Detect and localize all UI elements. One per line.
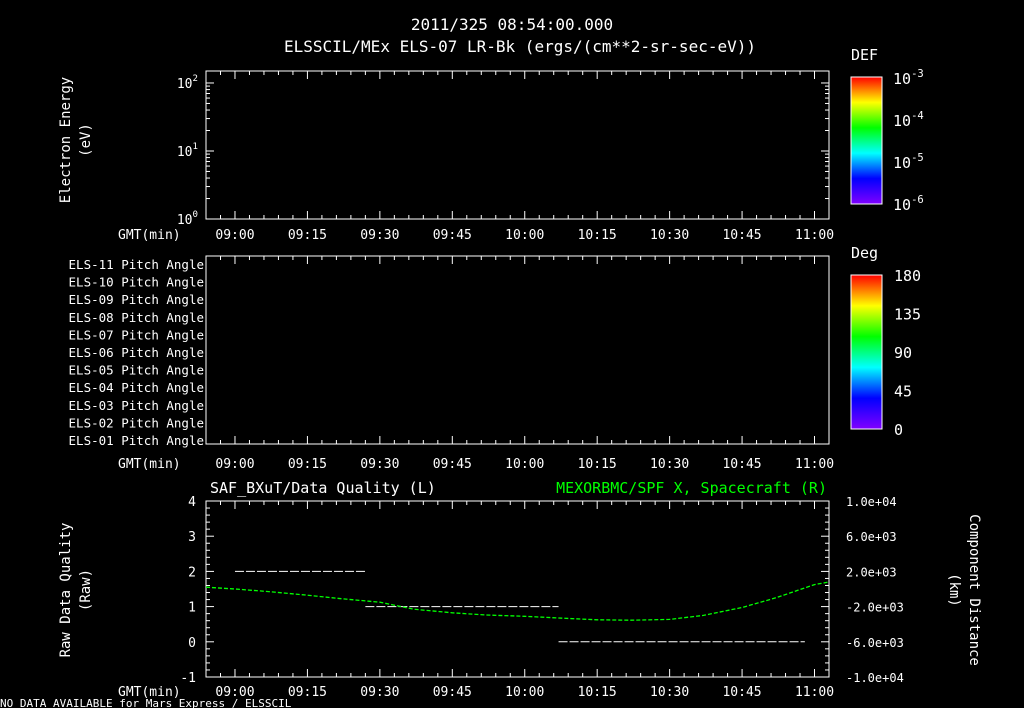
distance-tick-label: -6.0e+03 [846, 636, 904, 650]
status-message: NO DATA AVAILABLE for Mars Express / ELS… [0, 697, 292, 708]
time-tick-label: 11:00 [795, 457, 834, 472]
time-tick-label: 11:00 [795, 228, 834, 243]
pitch-angle-row-label: ELS-05 Pitch Angle [69, 363, 204, 378]
quality-ylabel: Raw Data Quality [58, 523, 74, 658]
time-tick-label: 09:15 [288, 457, 327, 472]
pitch-angle-row-label: ELS-06 Pitch Angle [69, 345, 204, 360]
quality-tick-label: -1 [180, 671, 196, 686]
pitch-angle-row-label: ELS-10 Pitch Angle [69, 275, 204, 290]
def-colorbar-tick-label: 10-6 [893, 194, 924, 214]
deg-colorbar-tick-label: 135 [894, 306, 921, 324]
quality-tick-label: 3 [188, 530, 196, 545]
def-colorbar-tick-label: 10-5 [893, 152, 924, 172]
def-colorbar-tick-label: 10-3 [893, 68, 924, 88]
plot-canvas: 2011/325 08:54:00.000 ELSSCIL/MEx ELS-07… [0, 15, 982, 708]
distance-title: MEXORBMC/SPF X, Spacecraft (R) [556, 479, 827, 497]
pitch-angle-row-label: ELS-01 Pitch Angle [69, 433, 204, 448]
time-tick-label: 10:00 [505, 457, 544, 472]
energy-ylabel: Electron Energy [58, 77, 74, 203]
time-axis-label: GMT(min) [118, 228, 181, 243]
energy-tick-label: 101 [177, 142, 198, 160]
time-tick-label: 09:15 [288, 228, 327, 243]
quality-distance-panel [205, 500, 830, 678]
pitch-angle-row-label: ELS-03 Pitch Angle [69, 398, 204, 413]
time-tick-label: 10:00 [505, 228, 544, 243]
energy-ylabel-units: (eV) [78, 123, 94, 157]
quality-title: SAF_BXuT/Data Quality (L) [210, 479, 436, 497]
time-tick-label: 09:00 [215, 457, 254, 472]
time-tick-label: 09:30 [360, 457, 399, 472]
deg-colorbar-label: Deg [851, 244, 878, 262]
quality-tick-label: 0 [188, 636, 196, 651]
time-tick-label: 09:45 [433, 685, 472, 700]
time-tick-label: 10:15 [578, 228, 617, 243]
quality-ylabel-units: (Raw) [78, 569, 94, 611]
time-tick-label: 11:00 [795, 685, 834, 700]
quality-tick-label: 4 [188, 495, 196, 510]
pitch-angle-row-label: ELS-02 Pitch Angle [69, 415, 204, 430]
time-tick-label: 09:30 [360, 685, 399, 700]
distance-tick-label: 1.0e+04 [846, 495, 897, 509]
deg-colorbar [850, 274, 883, 430]
pitch-angle-row-label: ELS-04 Pitch Angle [69, 380, 204, 395]
time-tick-label: 09:30 [360, 228, 399, 243]
time-tick-label: 10:45 [722, 685, 761, 700]
time-tick-label: 10:45 [722, 228, 761, 243]
deg-colorbar-tick-label: 180 [894, 267, 921, 285]
pitch-angle-row-label: ELS-08 Pitch Angle [69, 310, 204, 325]
distance-ylabel: Component Distance [966, 514, 982, 666]
plot-datetime: 2011/325 08:54:00.000 [411, 15, 613, 34]
pitch-angle-panel [205, 255, 830, 445]
energy-tick-label: 102 [177, 74, 198, 92]
pitch-angle-row-label: ELS-11 Pitch Angle [69, 257, 204, 272]
time-axis-ticks: 09:00 09:15 09:30 09:45 10:00 10:15 10:30 10:45… [205, 71, 834, 243]
energy-spectrogram-panel [205, 70, 830, 220]
time-tick-label: 10:15 [578, 457, 617, 472]
distance-ylabel-units: (km) [946, 573, 962, 607]
distance-tick-label: -2.0e+03 [846, 601, 904, 615]
quality-tick-label: 2 [188, 565, 196, 580]
time-tick-label: 10:30 [650, 457, 689, 472]
time-tick-label: 09:45 [433, 228, 472, 243]
spacecraft-x-distance-line [205, 581, 830, 621]
pitch-angle-row-label: ELS-07 Pitch Angle [69, 327, 204, 342]
quality-tick-label: 1 [188, 601, 196, 616]
time-tick-label: 10:30 [650, 685, 689, 700]
plot-title: ELSSCIL/MEx ELS-07 LR-Bk (ergs/(cm**2-sr… [284, 37, 756, 56]
deg-colorbar-tick-label: 0 [894, 421, 903, 439]
def-colorbar-tick-label: 10-4 [893, 110, 924, 130]
def-colorbar [850, 76, 883, 205]
distance-tick-label: 6.0e+03 [846, 530, 897, 544]
time-tick-label: 10:15 [578, 685, 617, 700]
distance-tick-label: 2.0e+03 [846, 565, 897, 579]
distance-tick-label: -1.0e+04 [846, 671, 904, 685]
pitch-angle-row-label: ELS-09 Pitch Angle [69, 292, 204, 307]
deg-colorbar-tick-label: 45 [894, 383, 912, 401]
time-tick-label: 09:45 [433, 457, 472, 472]
deg-colorbar-tick-label: 90 [894, 344, 912, 362]
time-axis-label: GMT(min) [118, 457, 181, 472]
time-tick-label: 10:00 [505, 685, 544, 700]
time-tick-label: 10:30 [650, 228, 689, 243]
time-tick-label: 09:15 [288, 685, 327, 700]
energy-tick-label: 100 [177, 210, 198, 228]
time-tick-label: 10:45 [722, 457, 761, 472]
def-colorbar-label: DEF [851, 46, 878, 64]
time-tick-label: 09:00 [215, 228, 254, 243]
